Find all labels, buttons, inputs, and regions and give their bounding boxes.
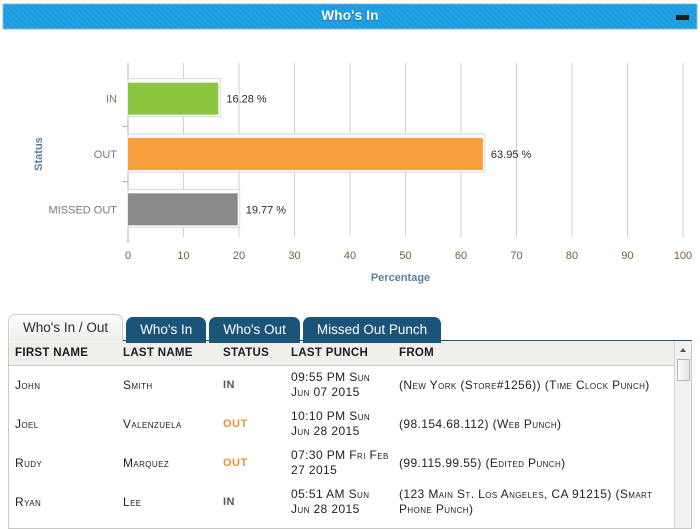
column-header-from[interactable]: FROM	[393, 341, 674, 366]
cell-status: IN	[217, 483, 285, 522]
table-row[interactable]: DonaldMendezOUT03:00 PM Tue Jun 23 2015(…	[9, 522, 674, 529]
cell-from: (Los Angeles (Corp)) (Time Clock Punch)	[393, 522, 674, 529]
x-tick-label: 40	[344, 250, 356, 262]
cell-last-punch: 09:55 PM Sun Jun 07 2015	[291, 370, 371, 399]
status-badge: OUT	[223, 457, 248, 470]
cell-status: OUT	[217, 405, 285, 444]
cell-status: OUT	[217, 444, 285, 483]
bar-in	[128, 82, 219, 115]
cell-from: (123 Main St. Los Angeles, CA 91215) (Sm…	[399, 487, 653, 516]
chart-svg: IN 16.28 % OUT 63.95 % MISSED OUT 19.77 % 0 10 2…	[33, 63, 692, 284]
cell-last-punch: 10:10 PM Sun Jun 28 2015	[291, 409, 371, 438]
vertical-scrollbar[interactable]	[674, 341, 691, 528]
status-badge: OUT	[223, 418, 248, 431]
cell-last-name: Marquez	[123, 455, 170, 470]
column-header-last-name[interactable]: LAST NAME	[117, 341, 217, 366]
cell-first-name: Donald	[9, 522, 117, 529]
tab-label: Missed Out Punch	[316, 322, 428, 337]
x-tick-label: 10	[177, 250, 189, 262]
status-badge: IN	[223, 496, 235, 509]
cell-status: IN	[217, 366, 285, 405]
window-title-bar: Who's In	[2, 3, 698, 30]
page-title: Who's In	[321, 8, 379, 23]
cell-from: (98.154.68.112) (Web Punch)	[399, 416, 562, 431]
cell-first-name: Ryan	[15, 494, 42, 509]
bar-missed-out	[128, 193, 238, 226]
tab-label: Who's In / Out	[23, 320, 109, 335]
bar-value-label: 63.95 %	[491, 149, 532, 161]
x-tick-label: 0	[125, 250, 131, 262]
tab-label: Who's Out	[223, 322, 286, 337]
whos-in-panel: Who's In IN 16.28 % OUT 63.95 % MISSED OUT 19…	[0, 0, 700, 529]
category-label: IN	[106, 94, 117, 106]
cell-last-punch: 05:51 AM Sun Jun 28 2015	[291, 487, 370, 516]
x-tick-label: 30	[288, 250, 300, 262]
x-tick-label: 70	[510, 250, 522, 262]
table-header-row: FIRST NAME LAST NAME STATUS LAST PUNCH F…	[9, 341, 674, 366]
scroll-up-arrow-icon[interactable]	[676, 342, 691, 357]
cell-last-name: Mendez	[117, 522, 217, 529]
cell-last-punch: 07:30 PM Fri Feb 27 2015	[291, 448, 389, 477]
bar-out	[128, 138, 483, 170]
x-axis-title: Percentage	[371, 272, 430, 284]
tab-whos-in-out[interactable]: Who's In / Out	[8, 314, 124, 342]
employee-status-table-panel: FIRST NAME LAST NAME STATUS LAST PUNCH F…	[8, 340, 692, 529]
bar-value-label: 19.77 %	[246, 204, 287, 216]
status-badge: IN	[223, 379, 235, 392]
table-row[interactable]: Ryan Lee IN 05:51 AM Sun Jun 28 2015 (123 Ma…	[9, 483, 674, 522]
employee-status-table: FIRST NAME LAST NAME STATUS LAST PUNCH F…	[9, 341, 674, 528]
table-row[interactable]: Rudy Marquez OUT 07:30 PM Fri Feb 27 2015 (9…	[9, 444, 674, 483]
cell-from: (New York (Store#1256)) (Time Clock Punc…	[399, 377, 650, 392]
category-label: OUT	[94, 149, 118, 161]
cell-status: OUT	[217, 522, 285, 529]
table-row[interactable]: Joel Valenzuela OUT 10:10 PM Sun Jun 28 201…	[9, 405, 674, 444]
table-row[interactable]: John Smith IN 09:55 PM Sun Jun 07 2015 (New …	[9, 366, 674, 405]
tab-whos-out[interactable]: Who's Out	[209, 317, 300, 343]
y-axis-title: Status	[33, 137, 45, 171]
tab-label: Who's In	[140, 322, 193, 337]
tab-whos-in[interactable]: Who's In	[126, 317, 207, 343]
cell-last-name: Valenzuela	[123, 416, 182, 431]
minimize-icon[interactable]	[676, 15, 689, 20]
x-tick-label: 50	[399, 250, 411, 262]
cell-last-name: Lee	[123, 494, 142, 509]
table-header: FIRST NAME LAST NAME STATUS LAST PUNCH F…	[9, 341, 674, 366]
bar-value-label: 16.28 %	[226, 94, 267, 106]
tab-bar: Who's In / Out Who's In Who's Out Missed…	[8, 314, 442, 343]
cell-from: (99.115.99.55) (Edited Punch)	[399, 455, 566, 470]
cell-first-name: John	[15, 377, 41, 392]
table-scroll-viewport: FIRST NAME LAST NAME STATUS LAST PUNCH F…	[9, 341, 674, 528]
scrollbar-thumb[interactable]	[677, 359, 690, 381]
status-bar-chart: IN 16.28 % OUT 63.95 % MISSED OUT 19.77 % 0 10 2…	[0, 34, 700, 284]
table-body: John Smith IN 09:55 PM Sun Jun 07 2015 (New …	[9, 366, 674, 529]
x-tick-label: 100	[674, 250, 692, 262]
tab-missed-out-punch[interactable]: Missed Out Punch	[302, 317, 442, 343]
cell-last-name: Smith	[123, 377, 153, 392]
x-tick-label: 80	[566, 250, 578, 262]
cell-first-name: Joel	[15, 416, 39, 431]
category-label: MISSED OUT	[49, 204, 118, 216]
column-header-first-name[interactable]: FIRST NAME	[9, 341, 117, 366]
cell-first-name: Rudy	[15, 455, 43, 470]
cell-last-punch: 03:00 PM Tue Jun 23 2015	[285, 522, 393, 528]
x-tick-label: 60	[455, 250, 467, 262]
column-header-status[interactable]: STATUS	[217, 341, 285, 366]
column-header-last-punch[interactable]: LAST PUNCH	[285, 341, 393, 366]
x-tick-label: 90	[621, 250, 633, 262]
x-tick-label: 20	[233, 250, 245, 262]
